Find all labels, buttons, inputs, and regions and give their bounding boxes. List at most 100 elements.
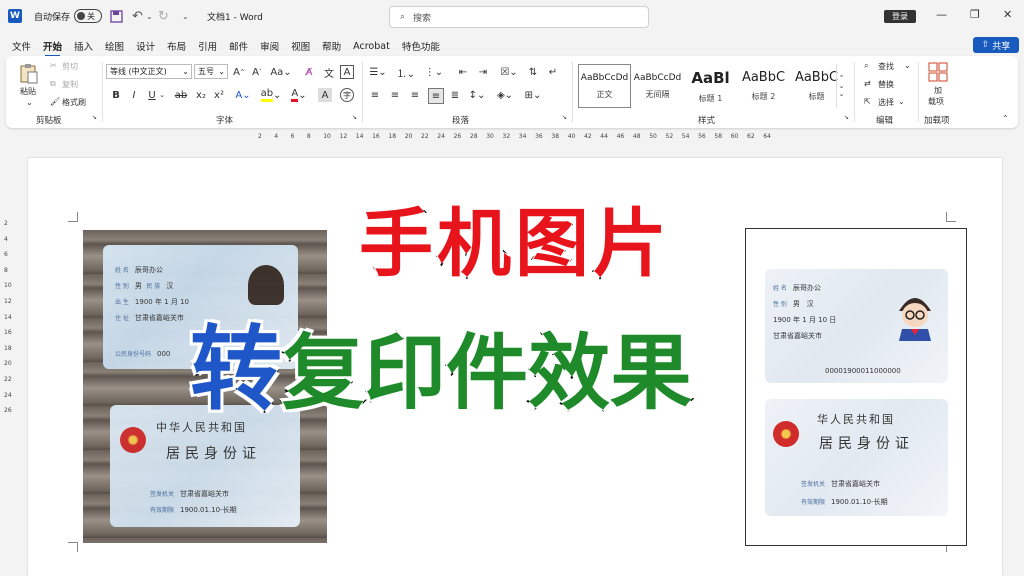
collapse-ribbon-icon[interactable]: ⌃ <box>1002 114 1009 123</box>
shrink-font-icon[interactable]: Aˇ <box>250 65 264 79</box>
undo-dropdown-icon[interactable]: ⌄ <box>146 0 153 32</box>
vruler-mark: 16 <box>4 329 12 337</box>
show-hide-marks-icon[interactable]: ↵ <box>546 65 560 79</box>
id-authority-field: 签发机关 甘肃省嘉峪关市 <box>150 490 230 498</box>
tab-1[interactable]: 开始 <box>43 39 62 57</box>
find-button[interactable]: 查找 <box>878 61 894 72</box>
share-button[interactable]: ⇧ 共享 <box>973 37 1019 53</box>
sort-icon[interactable]: ⇅ <box>526 65 540 79</box>
ruler-mark: 22 <box>421 133 429 140</box>
addins-button-line2[interactable]: 载项 <box>928 96 944 107</box>
line-spacing-icon[interactable]: ↕⌄ <box>468 88 486 102</box>
customize-quick-access-icon[interactable]: ⌄ <box>182 0 189 32</box>
strikethrough-icon[interactable]: ab <box>174 88 188 102</box>
paste-icon[interactable] <box>18 62 40 84</box>
font-launcher-icon[interactable]: ↘ <box>352 114 357 121</box>
align-center-icon[interactable]: ≡ <box>388 88 402 102</box>
undo-icon[interactable]: ↶ <box>132 0 143 32</box>
style-tile[interactable]: AaBbC 标题 2 <box>737 64 790 108</box>
minimize-button[interactable]: — <box>936 8 947 21</box>
save-icon[interactable] <box>110 0 123 32</box>
subscript-icon[interactable]: x₂ <box>194 88 208 102</box>
select-dropdown-icon[interactable]: ⌄ <box>898 97 905 106</box>
font-name-select[interactable]: 等线 (中文正文) ⌄ <box>106 64 192 79</box>
close-button[interactable]: ✕ <box>1003 8 1012 21</box>
divider <box>102 62 103 122</box>
autosave-toggle[interactable]: 关 <box>74 0 104 32</box>
phonetic-guide-icon[interactable]: 文 <box>322 65 336 80</box>
multilevel-list-icon[interactable]: ⋮⌄ <box>424 65 444 79</box>
autosave-state: 关 <box>87 11 95 21</box>
search-input[interactable]: ⌕ 搜索 <box>389 6 649 28</box>
enclose-characters-icon[interactable]: 字 <box>340 88 354 102</box>
styles-scroll-icon[interactable]: ⌃ ⌄ ⌄ <box>836 64 846 108</box>
clear-formatting-icon[interactable]: A̸ <box>302 65 316 79</box>
style-tile[interactable]: AaBbCcDd 无间隔 <box>631 64 684 108</box>
distributed-icon[interactable]: ≣ <box>448 88 462 102</box>
paste-button[interactable]: 粘贴 <box>20 86 36 97</box>
numbering-icon[interactable]: ⒈⌄ <box>396 65 416 80</box>
superscript-icon[interactable]: x² <box>212 88 226 102</box>
select-icon[interactable]: ⇱ <box>864 97 871 106</box>
copy-icon[interactable]: ⧉ <box>50 79 56 89</box>
tab-2[interactable]: 插入 <box>74 39 93 53</box>
increase-indent-icon[interactable]: ⇥ <box>476 65 490 79</box>
tab-9[interactable]: 视图 <box>291 39 310 53</box>
italic-icon[interactable]: I <box>128 88 140 102</box>
change-case-icon[interactable]: Aa⌄ <box>270 65 292 79</box>
ruler-mark: 58 <box>714 133 723 140</box>
tab-3[interactable]: 绘图 <box>105 39 124 53</box>
grow-font-icon[interactable]: A ^ <box>232 65 246 79</box>
character-border-icon[interactable]: A <box>340 65 354 79</box>
cut-icon[interactable]: ✂ <box>50 61 57 70</box>
horizontal-ruler[interactable]: 2 4 6 8 10 12 14 16 18 20 22 24 26 28 30 32 34 36 38 40 42 44… <box>244 130 784 144</box>
ruler-mark: 40 <box>567 133 576 140</box>
tab-6[interactable]: 引用 <box>198 39 217 53</box>
character-shading-icon[interactable]: A <box>318 88 332 102</box>
shading-icon[interactable]: ◈⌄ <box>496 88 514 102</box>
style-tile[interactable]: AaBbCcDd 正文 <box>578 64 631 108</box>
select-button[interactable]: 选择 <box>878 97 894 108</box>
justify-icon[interactable]: ≡ <box>428 88 444 104</box>
cut-button[interactable]: 剪切 <box>62 61 78 72</box>
decrease-indent-icon[interactable]: ⇤ <box>456 65 470 79</box>
font-color-icon[interactable]: A ⌄ <box>290 88 308 102</box>
tab-4[interactable]: 设计 <box>136 39 155 53</box>
align-right-icon[interactable]: ≡ <box>408 88 422 102</box>
text-effects-icon[interactable]: A⌄ <box>234 88 252 102</box>
underline-icon[interactable]: U <box>146 88 158 102</box>
styles-launcher-icon[interactable]: ↘ <box>844 114 849 121</box>
tab-5[interactable]: 布局 <box>167 39 186 53</box>
highlight-icon[interactable]: ab ⌄ <box>260 88 281 102</box>
bullets-icon[interactable]: ☰⌄ <box>368 65 388 79</box>
tab-0[interactable]: 文件 <box>12 39 31 53</box>
vertical-ruler[interactable]: 2 4 6 8 10 12 14 16 18 20 22 24 26 <box>2 160 16 576</box>
paragraph-launcher-icon[interactable]: ↘ <box>562 114 567 121</box>
underline-dropdown-icon[interactable]: ⌄ <box>158 88 166 102</box>
format-painter-icon[interactable]: 🖌 <box>50 97 60 106</box>
login-button[interactable]: 登录 <box>884 10 916 23</box>
font-size-select[interactable]: 五号 ⌄ <box>194 64 228 79</box>
tab-12[interactable]: 特色功能 <box>402 39 440 53</box>
bold-icon[interactable]: B <box>110 88 122 102</box>
borders-icon[interactable]: ⊞⌄ <box>524 88 542 102</box>
tab-7[interactable]: 邮件 <box>229 39 248 53</box>
align-left-icon[interactable]: ≡ <box>368 88 382 102</box>
format-painter-button[interactable]: 格式刷 <box>62 97 86 108</box>
addins-icon[interactable] <box>928 62 948 82</box>
chinese-layout-icon[interactable]: ☒⌄ <box>500 65 518 79</box>
addins-button-line1[interactable]: 加 <box>934 85 942 96</box>
paste-dropdown-icon[interactable]: ⌄ <box>26 98 33 107</box>
redo-icon[interactable]: ↻ <box>158 0 169 32</box>
replace-button[interactable]: 替换 <box>878 79 894 90</box>
find-dropdown-icon[interactable]: ⌄ <box>904 61 911 70</box>
restore-button[interactable]: ❐ <box>970 8 980 21</box>
tab-11[interactable]: Acrobat <box>353 41 390 52</box>
style-tile[interactable]: AaBl 标题 1 <box>684 64 737 108</box>
find-icon[interactable]: ⌕ <box>864 61 868 71</box>
tab-10[interactable]: 帮助 <box>322 39 341 53</box>
tab-8[interactable]: 审阅 <box>260 39 279 53</box>
clipboard-launcher-icon[interactable]: ↘ <box>92 114 97 121</box>
replace-icon[interactable]: ⇄ <box>864 79 871 88</box>
copy-button[interactable]: 复制 <box>62 79 78 90</box>
